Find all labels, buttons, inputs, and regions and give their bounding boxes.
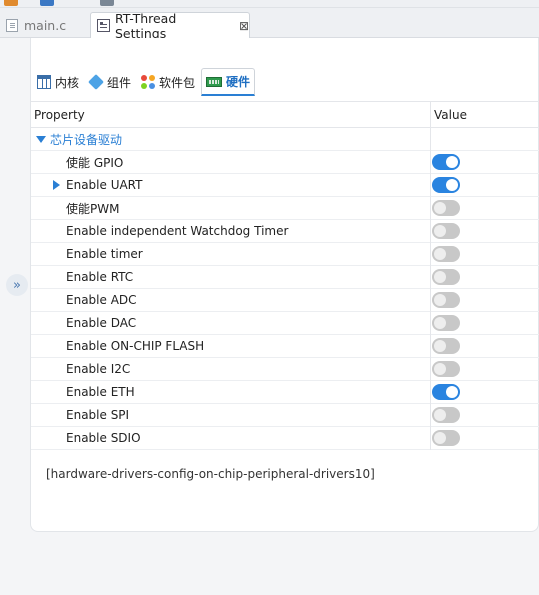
toggle-switch[interactable] xyxy=(432,430,460,446)
property-row[interactable]: Enable timer xyxy=(31,242,539,266)
config-description: [hardware-drivers-config-on-chip-periphe… xyxy=(46,467,375,481)
property-label: Enable ON-CHIP FLASH xyxy=(66,339,205,353)
toggle-knob xyxy=(434,409,446,421)
property-label: Enable ETH xyxy=(66,385,135,399)
property-row[interactable]: 使能PWM xyxy=(31,196,539,220)
tab-main-c-label: main.c xyxy=(24,17,67,33)
toggle-switch[interactable] xyxy=(432,269,460,285)
property-row[interactable]: Enable ADC xyxy=(31,288,539,312)
property-row[interactable]: Enable I2C xyxy=(31,357,539,381)
close-icon[interactable]: ⊠ xyxy=(239,19,249,33)
property-label: Enable SPI xyxy=(66,408,130,422)
property-grid: Property Value 芯片设备驱动 使能 GPIO Enable UART… xyxy=(31,101,539,450)
collapse-triangle-icon[interactable] xyxy=(36,135,46,143)
property-row[interactable]: Enable DAC xyxy=(31,311,539,335)
property-label: 使能PWM xyxy=(66,201,120,216)
toggle-knob xyxy=(434,432,446,444)
property-row[interactable]: Enable SDIO xyxy=(31,426,539,450)
kernel-icon xyxy=(37,75,51,89)
property-label: Enable timer xyxy=(66,247,143,261)
tab-rt-thread-settings-label: RT-Thread Settings xyxy=(114,10,177,41)
grid-header: Property Value xyxy=(31,101,539,128)
top-toolbar-strip xyxy=(0,0,539,8)
toggle-knob xyxy=(434,294,446,306)
toggle-knob xyxy=(434,271,446,283)
tab-main-c[interactable]: main.c xyxy=(6,12,84,38)
property-column-header[interactable]: Property xyxy=(31,101,431,128)
property-label: Enable independent Watchdog Timer xyxy=(66,224,289,238)
property-label: 使能 GPIO xyxy=(66,155,124,170)
toggle-switch[interactable] xyxy=(432,292,460,308)
toggle-knob xyxy=(446,179,458,191)
c-file-icon xyxy=(6,18,18,32)
toggle-switch[interactable] xyxy=(432,338,460,354)
property-label: Enable UART xyxy=(66,178,143,192)
tab-kernel-label: 内核 xyxy=(55,75,80,90)
property-row[interactable]: Enable independent Watchdog Timer xyxy=(31,219,539,243)
toolbar-icon[interactable] xyxy=(4,0,18,6)
toggle-knob xyxy=(446,386,458,398)
toggle-knob xyxy=(434,340,446,352)
editor-tab-bar: main.c RT-Thread Settings ⊠ xyxy=(0,8,539,41)
settings-file-icon xyxy=(97,19,110,32)
property-label: Enable ADC xyxy=(66,293,137,307)
tab-packages[interactable]: 软件包 xyxy=(137,68,199,96)
toggle-knob xyxy=(434,202,446,214)
toggle-knob xyxy=(434,363,446,375)
tab-packages-label: 软件包 xyxy=(159,75,196,90)
toggle-switch[interactable] xyxy=(432,246,460,262)
property-row[interactable]: Enable ON-CHIP FLASH xyxy=(31,334,539,358)
value-column-header[interactable]: Value xyxy=(431,108,467,122)
category-tabs: 内核 组件 软件包 硬件 xyxy=(33,68,257,100)
property-row[interactable]: Enable ETH xyxy=(31,380,539,404)
property-label: Enable SDIO xyxy=(66,431,141,445)
expand-triangle-icon[interactable] xyxy=(53,180,60,190)
toggle-switch[interactable] xyxy=(432,384,460,400)
settings-panel: 内核 组件 软件包 硬件 Property Value 芯片设备驱动 使能 GP… xyxy=(30,38,539,532)
toggle-switch[interactable] xyxy=(432,200,460,216)
hardware-icon xyxy=(206,76,223,87)
expand-sidebar-button[interactable]: » xyxy=(6,274,28,296)
toggle-knob xyxy=(434,225,446,237)
property-row[interactable]: Enable UART xyxy=(31,173,539,197)
property-label: Enable I2C xyxy=(66,362,131,376)
property-row[interactable]: Enable RTC xyxy=(31,265,539,289)
tab-rt-thread-settings[interactable]: RT-Thread Settings ⊠ xyxy=(90,10,250,41)
toggle-switch[interactable] xyxy=(432,177,460,193)
property-row[interactable]: Enable SPI xyxy=(31,403,539,427)
toggle-switch[interactable] xyxy=(432,361,460,377)
tab-hardware[interactable]: 硬件 xyxy=(201,68,256,96)
toggle-knob xyxy=(434,248,446,260)
property-row[interactable]: 使能 GPIO xyxy=(31,150,539,174)
category-label: 芯片设备驱动 xyxy=(50,132,123,147)
toggle-knob xyxy=(446,156,458,168)
toolbar-icon[interactable] xyxy=(40,0,54,6)
toggle-switch[interactable] xyxy=(432,407,460,423)
toolbar-icon[interactable] xyxy=(100,0,114,6)
tab-components[interactable]: 组件 xyxy=(85,68,135,96)
tab-components-label: 组件 xyxy=(107,75,132,90)
toggle-knob xyxy=(434,317,446,329)
tab-hardware-label: 硬件 xyxy=(226,75,251,89)
toggle-switch[interactable] xyxy=(432,223,460,239)
property-label: Enable RTC xyxy=(66,270,134,284)
category-row[interactable]: 芯片设备驱动 xyxy=(31,127,539,151)
package-icon xyxy=(141,75,155,89)
toggle-switch[interactable] xyxy=(432,315,460,331)
component-icon xyxy=(88,74,104,90)
toggle-switch[interactable] xyxy=(432,154,460,170)
property-label: Enable DAC xyxy=(66,316,137,330)
tab-kernel[interactable]: 内核 xyxy=(33,68,83,96)
